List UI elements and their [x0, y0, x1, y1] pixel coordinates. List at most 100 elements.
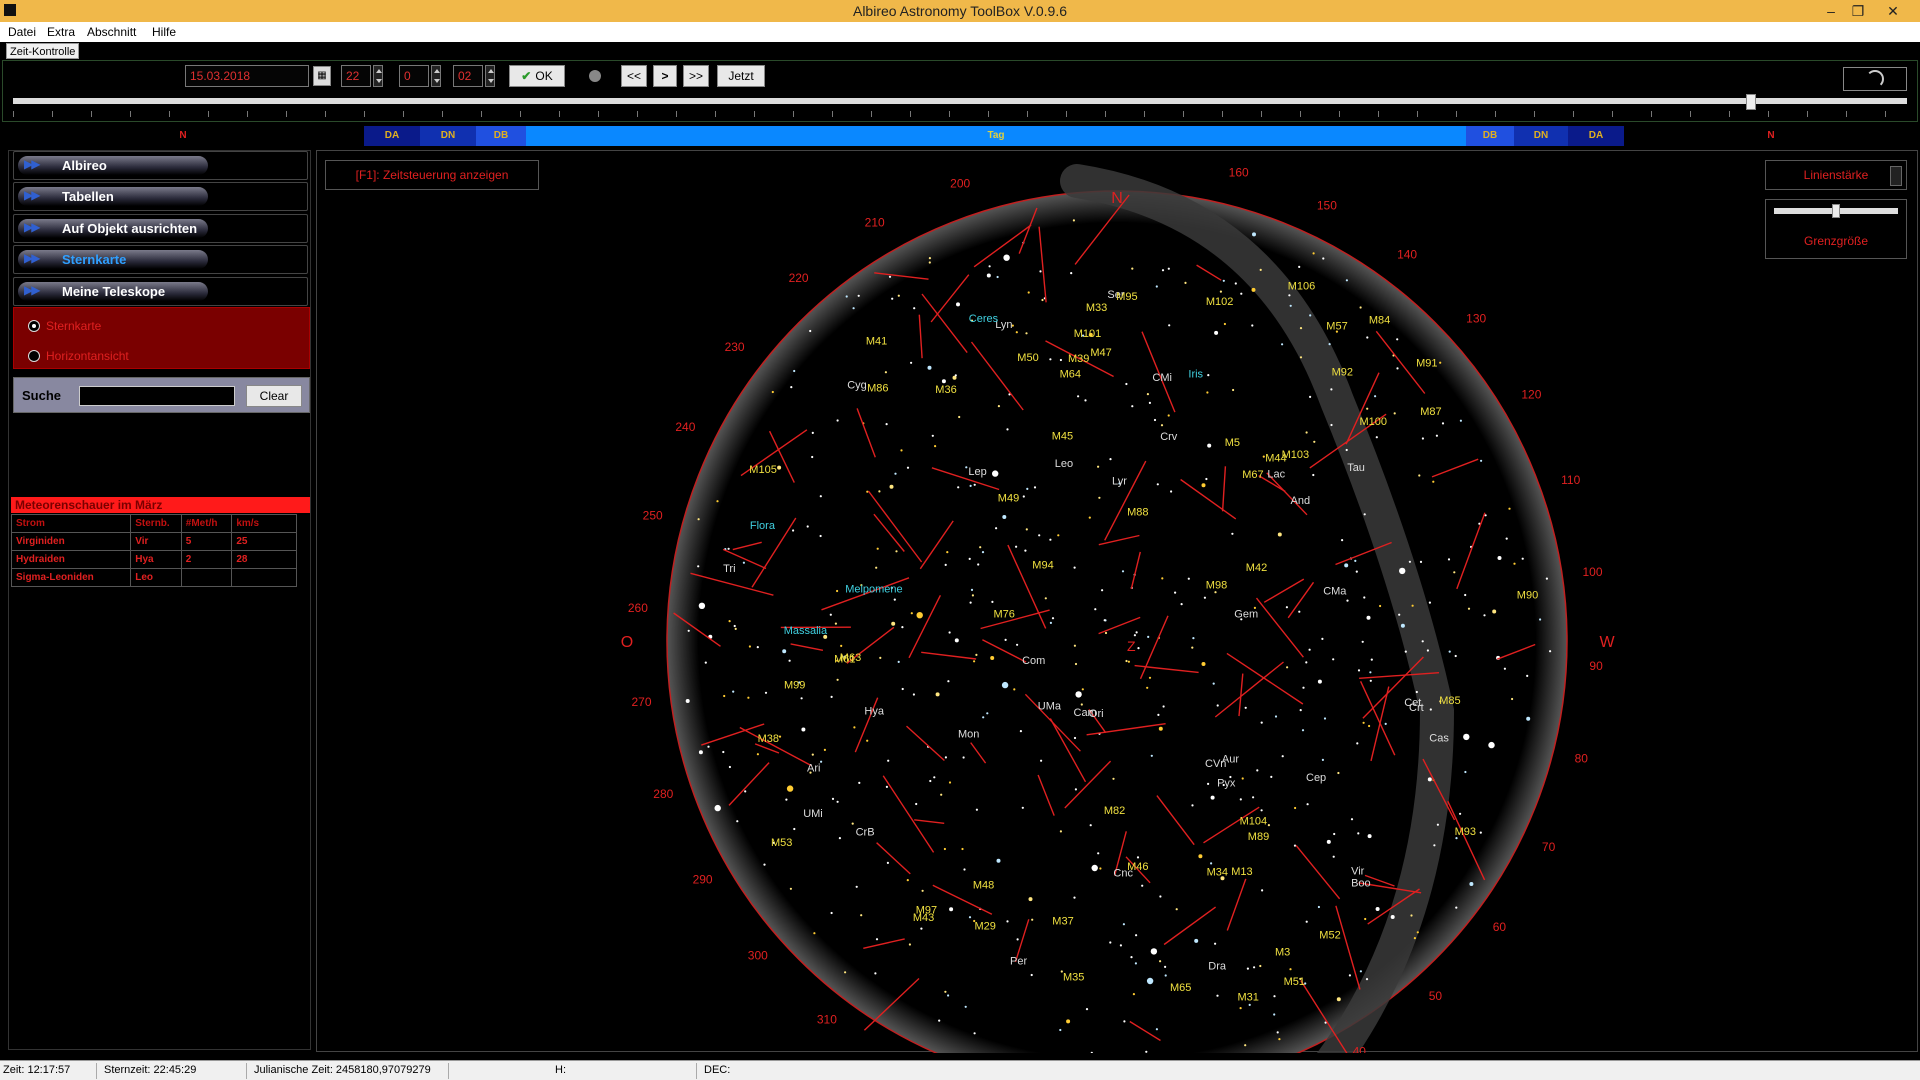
date-field[interactable]: 15.03.2018: [185, 65, 309, 87]
star: [1322, 257, 1325, 260]
star: [1396, 338, 1399, 341]
zeit-kontrolle-tab[interactable]: Zeit-Kontrolle: [6, 43, 80, 59]
hour-spinner[interactable]: [373, 65, 383, 87]
star: [763, 863, 766, 866]
second-field[interactable]: 02: [453, 65, 483, 87]
messier-label: M33: [1086, 302, 1107, 314]
star: [906, 466, 910, 469]
menu-hilfe[interactable]: Hilfe: [152, 25, 176, 39]
star: [975, 808, 979, 811]
azimuth-tick-label: 90: [1589, 659, 1603, 673]
star: [1312, 473, 1315, 477]
azimuth-tick-label: 280: [653, 787, 673, 801]
messier-label: M85: [1439, 695, 1460, 707]
star: [1333, 832, 1336, 836]
nav-meine-teleskope[interactable]: ▶▶ Meine Teleskope: [13, 277, 308, 306]
nav-label: Albireo: [62, 158, 107, 173]
minute-spinner[interactable]: [431, 65, 441, 87]
minute-field[interactable]: 0: [399, 65, 429, 87]
menu-extra[interactable]: Extra: [47, 25, 75, 39]
step-forward-button[interactable]: >>: [683, 65, 709, 87]
star: [1526, 716, 1531, 721]
nav-auf-objekt-ausrichten[interactable]: ▶▶ Auf Objekt ausrichten: [13, 214, 308, 243]
ok-button[interactable]: ✔ OK: [509, 65, 565, 87]
time-slider-track[interactable]: [13, 98, 1907, 104]
star: [1439, 361, 1442, 364]
star: [1286, 666, 1289, 669]
messier-label: M13: [1231, 866, 1252, 878]
star: [1184, 281, 1187, 284]
radio-sternkarte[interactable]: [28, 320, 40, 332]
star: [1252, 232, 1256, 237]
star: [1041, 298, 1044, 302]
line-width-control[interactable]: Linienstärke: [1765, 160, 1907, 190]
record-dot-icon[interactable]: [589, 70, 601, 82]
azimuth-tick-label: 130: [1466, 312, 1486, 326]
star: [1121, 570, 1125, 573]
constellation-label: Ari: [807, 763, 820, 775]
star: [1003, 254, 1010, 261]
star: [1057, 534, 1060, 537]
star: [793, 827, 796, 831]
messier-label: M106: [1288, 280, 1316, 292]
star: [1201, 483, 1206, 488]
time-slider-thumb[interactable]: [1746, 94, 1756, 110]
star: [1357, 669, 1361, 672]
table-row[interactable]: Virginiden Vir 5 25: [10, 532, 297, 551]
nav-albireo[interactable]: ▶▶ Albireo: [13, 151, 308, 180]
table-row[interactable]: Sigma-Leoniden Leo: [10, 568, 297, 587]
f1-time-control-button[interactable]: [F1]: Zeitsteuerung anzeigen: [325, 160, 539, 190]
star: [1348, 974, 1351, 977]
star: [948, 631, 951, 634]
jetzt-button[interactable]: Jetzt: [717, 65, 765, 87]
star: [1038, 534, 1041, 537]
cardinal-n: N: [1111, 190, 1123, 207]
star: [1146, 393, 1149, 396]
star: [1146, 686, 1149, 689]
menu-abschnitt[interactable]: Abschnitt: [87, 25, 136, 39]
star: [1301, 729, 1305, 732]
azimuth-tick-label: 60: [1493, 920, 1507, 934]
menu-datei[interactable]: Datei: [8, 25, 36, 39]
azimuth-tick-label: 290: [693, 872, 713, 886]
star: [860, 914, 863, 917]
clear-button[interactable]: Clear: [246, 385, 302, 407]
nav-tabellen[interactable]: ▶▶ Tabellen: [13, 182, 308, 211]
star: [1141, 884, 1144, 887]
star-map-area[interactable]: 1601501401301201101009080706050403020340…: [316, 150, 1919, 1053]
constellation-label: UMi: [803, 808, 823, 820]
close-button[interactable]: ✕: [1880, 1, 1906, 21]
azimuth-tick-label: 220: [789, 271, 809, 285]
second-spinner[interactable]: [485, 65, 495, 87]
nav-sternkarte[interactable]: ▶▶ Sternkarte: [13, 245, 308, 274]
radio-horizontansicht[interactable]: [28, 350, 40, 362]
star: [1112, 777, 1115, 780]
constellation-label: Cet: [1404, 697, 1421, 709]
search-input[interactable]: [79, 386, 235, 406]
messier-label: M91: [1416, 358, 1437, 370]
azimuth-tick-label: 100: [1582, 565, 1602, 579]
star: [1001, 681, 1009, 689]
messier-label: M43: [913, 912, 934, 924]
star: [1418, 474, 1421, 477]
star: [1285, 606, 1288, 609]
magnitude-slider-thumb[interactable]: [1832, 204, 1840, 218]
messier-label: M39: [1068, 353, 1089, 365]
star: [1135, 631, 1138, 634]
step-back-button[interactable]: <<: [621, 65, 647, 87]
star: [1281, 343, 1284, 346]
star: [1332, 658, 1335, 661]
table-row[interactable]: Hydraiden Hya 2 28: [10, 550, 297, 569]
star: [1293, 844, 1297, 847]
hour-field[interactable]: 22: [341, 65, 371, 87]
line-width-spinner[interactable]: [1890, 166, 1902, 186]
minimize-button[interactable]: –: [1818, 1, 1844, 21]
star: [1131, 267, 1134, 270]
star-map-canvas[interactable]: 1601501401301201101009080706050403020340…: [317, 151, 1919, 1053]
star: [934, 445, 937, 448]
play-button[interactable]: >: [653, 65, 677, 87]
calendar-icon[interactable]: ▦: [313, 66, 331, 86]
maximize-button[interactable]: ❐: [1845, 1, 1871, 21]
star: [1206, 391, 1209, 394]
star: [995, 527, 998, 530]
